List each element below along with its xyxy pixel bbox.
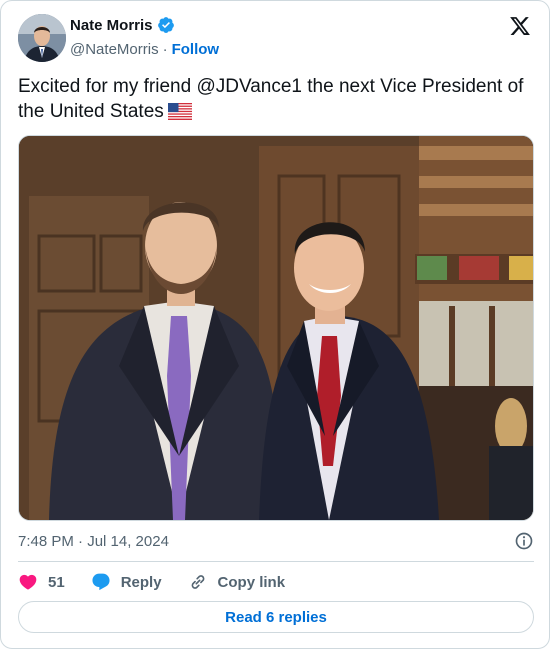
copy-link-label: Copy link (217, 573, 286, 591)
reply-label: Reply (120, 573, 162, 591)
tweet-body: Excited for my friend @JDVance1 the next… (18, 76, 524, 122)
tweet-photo[interactable] (18, 135, 534, 521)
timestamp[interactable]: 7:48 PM · Jul 14, 2024 (18, 533, 169, 550)
link-icon (191, 575, 204, 589)
separator-dot: · (162, 41, 168, 58)
copy-link-button[interactable]: Copy link (188, 572, 286, 592)
read-replies-button[interactable]: Read 6 replies (18, 601, 534, 633)
author-handle[interactable]: @NateMorris (70, 41, 159, 58)
photo-image (19, 136, 533, 520)
timestamp-row: 7:48 PM · Jul 14, 2024 (18, 531, 534, 551)
author-handle-row: @NateMorris · Follow (70, 41, 219, 58)
like-count: 51 (48, 573, 65, 591)
info-icon[interactable] (514, 531, 534, 551)
avatar[interactable] (18, 14, 66, 62)
action-bar: 51 Reply Copy link (18, 570, 311, 594)
verified-badge-icon (157, 17, 174, 33)
us-flag-icon (167, 103, 192, 120)
avatar-image (18, 14, 66, 62)
author-name[interactable]: Nate Morris (70, 17, 153, 34)
speech-bubble-icon (92, 573, 110, 591)
x-logo-icon[interactable] (509, 15, 531, 37)
follow-button[interactable]: Follow (172, 41, 220, 58)
divider (18, 561, 534, 562)
tweet-text: Excited for my friend @JDVance1 the next… (18, 74, 534, 124)
reply-button[interactable]: Reply (91, 572, 162, 592)
author-name-row: Nate Morris (70, 16, 175, 34)
like-button[interactable]: 51 (18, 572, 65, 592)
heart-icon (19, 574, 37, 590)
tweet-card: Nate Morris @NateMorris · Follow Excited… (0, 0, 550, 649)
